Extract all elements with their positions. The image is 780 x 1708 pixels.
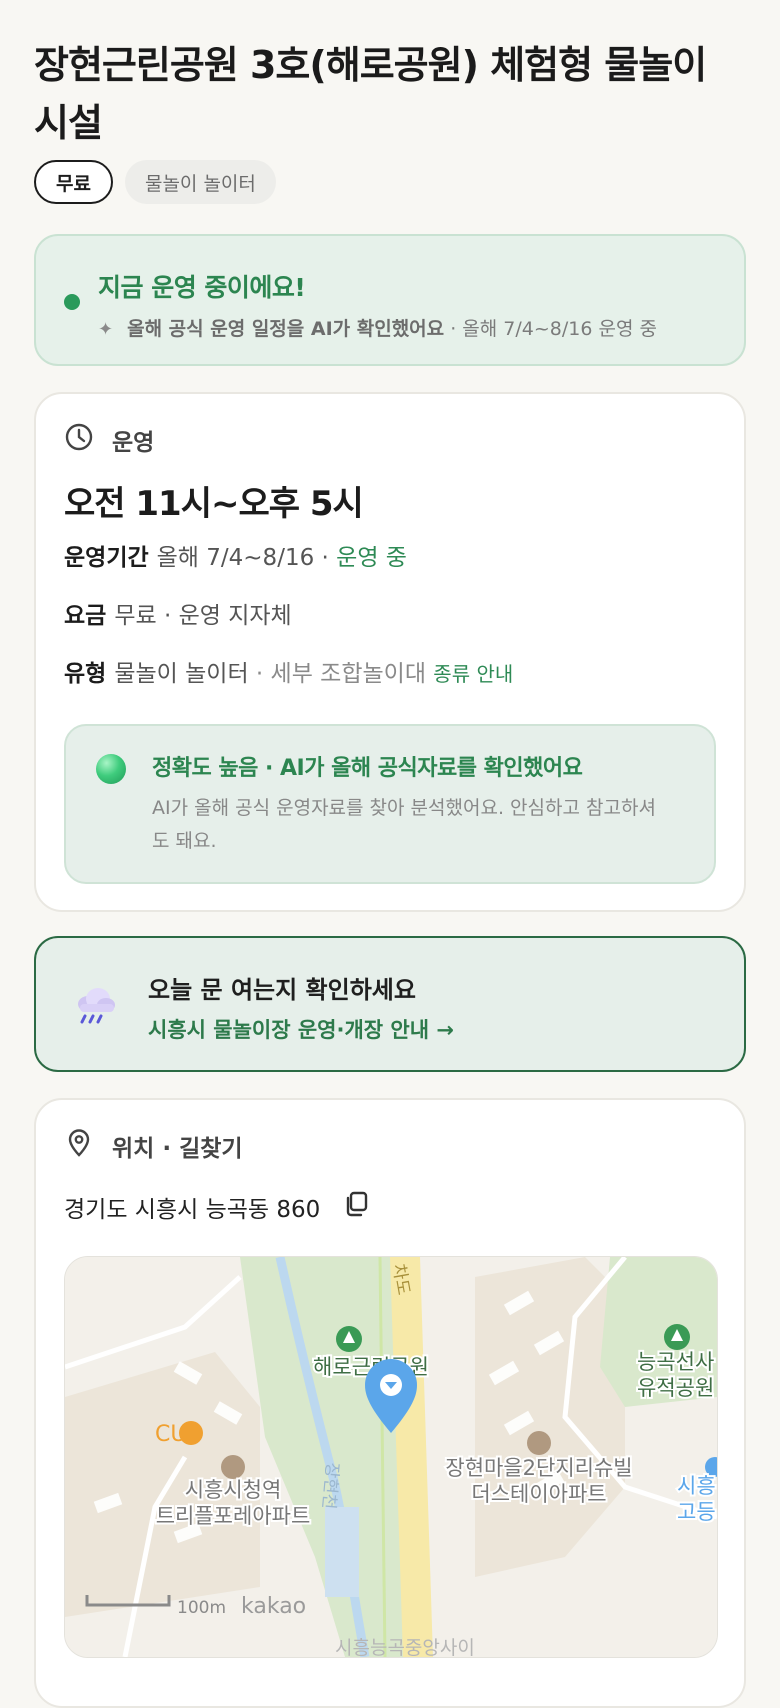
type-guide-link[interactable]: 종류 안내 — [433, 662, 513, 686]
pond-area — [325, 1507, 359, 1597]
location-pin-icon — [64, 1128, 94, 1164]
map-label-apt-1: 장현마을2단지리슈빌 — [445, 1456, 632, 1480]
period-status: 운영 중 — [336, 545, 407, 571]
map-label-station-2: 트리플포레아파트 — [156, 1504, 311, 1528]
clock-icon — [64, 422, 94, 458]
accuracy-notice: 정확도 높음 · AI가 올해 공식자료를 확인했어요 AI가 올해 공식 운영… — [64, 724, 716, 884]
map-scale-label: 100m — [177, 1598, 226, 1618]
map-label-ruins-2: 유적공원 — [637, 1376, 714, 1400]
open-status-card: 지금 운영 중이에요! ✦ 올해 공식 운영 일정을 AI가 확인했어요 · 올해… — [34, 234, 746, 366]
map-label-school-1: 시흥 — [677, 1474, 716, 1498]
fee-label: 요금 — [64, 603, 107, 629]
type-value: 물놀이 놀이터 — [114, 661, 249, 687]
location-header: 위치 · 길찾기 — [64, 1128, 243, 1164]
type-label: 유형 — [64, 661, 107, 687]
fee-value: 무료 · 운영 지자체 — [114, 603, 292, 629]
map-label-school-2: 고등 — [677, 1500, 716, 1524]
apartment-poi-icon[interactable] — [527, 1431, 551, 1455]
period-label: 운영기간 — [64, 545, 149, 571]
accuracy-description: AI가 올해 공식 운영자료를 찾아 분석했어요. 안심하고 참고하셔도 돼요. — [152, 797, 656, 852]
status-period-text: · 올해 7/4~8/16 운영 중 — [450, 318, 657, 340]
map-label-ruins-1: 능곡선사 — [637, 1350, 714, 1374]
map-view[interactable]: 해로근린공원 CU 시흥시청역 트리플포레아파트 장현마을2단지리슈빌 더스테이… — [64, 1256, 718, 1658]
status-dot-icon — [64, 294, 80, 310]
banner-link[interactable]: 시흥시 물놀이장 운영·개장 안내 → — [148, 1014, 454, 1044]
operation-label: 운영 — [112, 430, 155, 456]
rain-cloud-icon — [74, 984, 118, 1028]
map-label-cu: CU — [155, 1422, 186, 1447]
copy-icon[interactable] — [342, 1190, 370, 1224]
tag-chips: 무료 물놀이 놀이터 — [34, 160, 276, 204]
page-title: 장현근린공원 3호(해로공원) 체험형 물놀이시설 — [34, 43, 707, 145]
status-subtitle: ✦ 올해 공식 운영 일정을 AI가 확인했어요 · 올해 7/4~8/16 운영… — [98, 314, 657, 341]
sparkle-icon: ✦ — [98, 319, 114, 340]
operation-header: 운영 — [64, 422, 154, 458]
map-label-station-1: 시흥시청역 — [185, 1478, 282, 1502]
map-label-apt-2: 더스테이아파트 — [471, 1482, 606, 1506]
type-detail: · 세부 조합놀이대 — [255, 661, 426, 687]
banner-title: 오늘 문 여는지 확인하세요 — [148, 976, 416, 1004]
map-label-stream: 장현천 — [318, 1462, 342, 1510]
ai-orb-icon — [96, 754, 126, 784]
operating-hours: 오전 11시~오후 5시 — [64, 484, 364, 524]
operation-card: 운영 오전 11시~오후 5시 운영기간 올해 7/4~8/16 · 운영 중 요… — [34, 392, 746, 912]
address-row: 경기도 시흥시 능곡동 860 — [64, 1190, 370, 1224]
station-poi-icon[interactable] — [221, 1455, 245, 1479]
accuracy-title: 정확도 높음 · AI가 올해 공식자료를 확인했어요 — [152, 756, 583, 781]
location-card: 위치 · 길찾기 경기도 시흥시 능곡동 860 해로근린공원 CU 시흥시청역… — [34, 1098, 746, 1708]
fee-chip[interactable]: 무료 — [34, 160, 113, 204]
location-label: 위치 · 길찾기 — [112, 1136, 243, 1162]
fee-row: 요금 무료 · 운영 지자체 — [64, 596, 292, 630]
category-chip[interactable]: 물놀이 놀이터 — [124, 160, 276, 204]
open-check-banner[interactable]: 오늘 문 여는지 확인하세요 시흥시 물놀이장 운영·개장 안내 → — [34, 936, 746, 1072]
type-row: 유형 물놀이 놀이터 · 세부 조합놀이대 종류 안내 — [64, 654, 513, 688]
address-text: 경기도 시흥시 능곡동 860 — [64, 1197, 321, 1223]
status-title: 지금 운영 중이에요! — [98, 273, 306, 302]
period-value: 올해 7/4~8/16 · — [156, 545, 329, 571]
status-confirm-text: 올해 공식 운영 일정을 AI가 확인했어요 — [127, 318, 445, 340]
map-label-bottom: 시흥능곡중앙사이 — [335, 1637, 475, 1657]
period-row: 운영기간 올해 7/4~8/16 · 운영 중 — [64, 538, 407, 572]
map-brand: kakao — [241, 1594, 306, 1619]
